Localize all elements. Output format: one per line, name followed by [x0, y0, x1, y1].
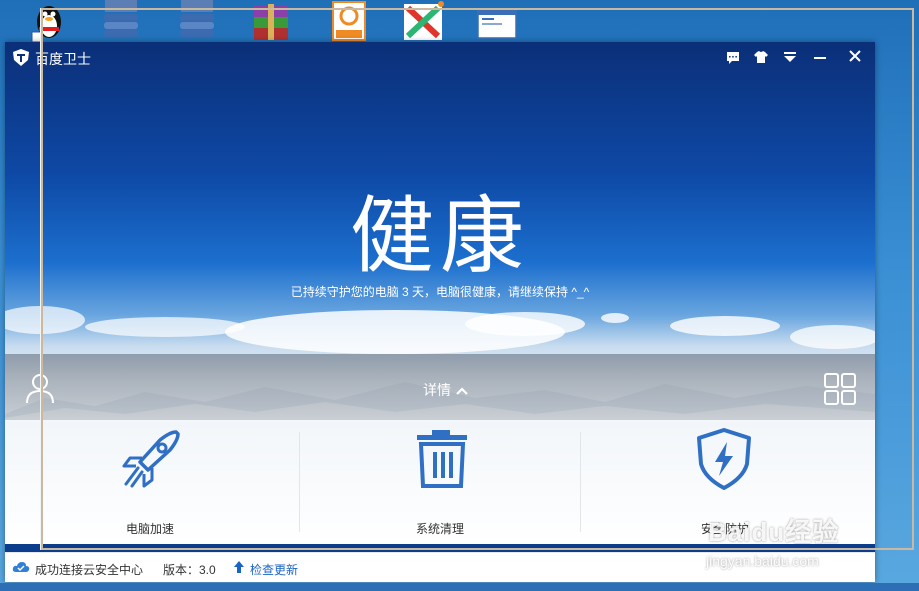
- skin-icon[interactable]: [751, 48, 771, 66]
- baidu-guard-shield-icon: [13, 49, 29, 66]
- titlebar: 百度卫士: [5, 42, 875, 72]
- apps-grid-icon[interactable]: [823, 372, 857, 406]
- caj-document-icon[interactable]: [100, 0, 142, 42]
- close-icon[interactable]: [845, 48, 865, 66]
- app-window: 百度卫士 健康 已持续守护您的电脑 3 天，电脑很健康，请继续保持 ^_^ 详情: [5, 42, 875, 582]
- minimize-icon[interactable]: [810, 48, 830, 66]
- winrar-archive-icon[interactable]: [250, 0, 292, 42]
- lightning-shield-icon: [693, 428, 755, 490]
- window-thumbnail-icon[interactable]: [476, 0, 518, 42]
- feature-label: 系统清理: [415, 522, 464, 536]
- trash-icon: [412, 428, 474, 490]
- feedback-icon[interactable]: [723, 48, 743, 66]
- version-label: 版本：3.0: [163, 563, 216, 577]
- taskbar: [0, 583, 919, 591]
- rocket-icon: [120, 428, 182, 490]
- health-status: 健康: [349, 187, 530, 285]
- watermark-url: jingyan.baidu.com: [706, 553, 819, 569]
- feature-speedup[interactable]: 电脑加速: [5, 422, 295, 544]
- check-update-link[interactable]: 检查更新: [250, 561, 298, 578]
- arrow-up-icon: [234, 561, 244, 573]
- protection-message: 已持续守护您的电脑 3 天，电脑很健康，请继续保持 ^_^: [290, 285, 590, 299]
- foxit-pdf-icon[interactable]: [328, 0, 370, 42]
- details-label: 详情: [423, 382, 451, 398]
- selection-edge: [40, 8, 41, 550]
- cloud-icon: [12, 562, 30, 572]
- details-toggle[interactable]: 详情: [423, 380, 469, 400]
- watermark-logo: Baidu经验: [708, 517, 840, 547]
- feature-cleanup[interactable]: 系统清理: [295, 422, 585, 544]
- caj-document-icon[interactable]: [176, 0, 218, 42]
- menu-icon[interactable]: [780, 48, 800, 66]
- xmind-app-icon[interactable]: [402, 0, 444, 42]
- qq-penguin-icon[interactable]: [28, 0, 70, 43]
- feature-label: 电脑加速: [125, 522, 174, 536]
- app-title: 百度卫士: [35, 51, 91, 67]
- cloud-connection-status: 成功连接云安全中心: [35, 563, 144, 577]
- chevron-up-icon: [456, 387, 468, 396]
